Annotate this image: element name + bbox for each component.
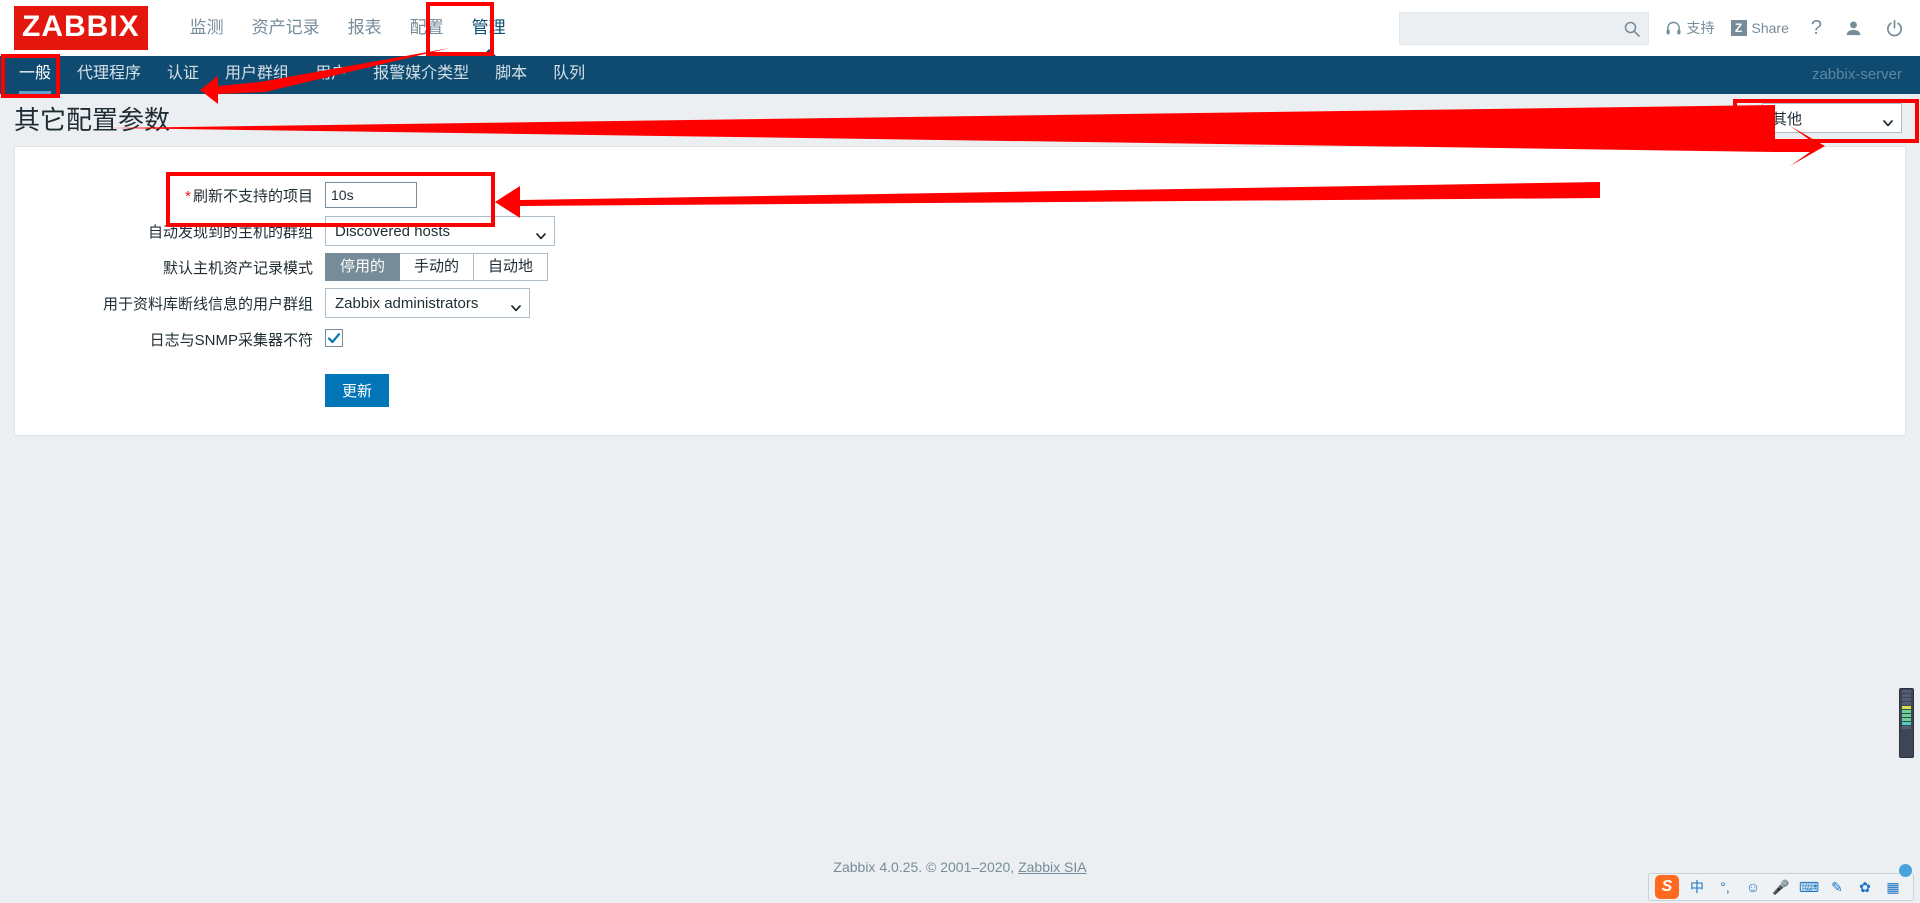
- support-label: 支持: [1686, 20, 1715, 36]
- header-right-tools: 支持 Z Share ?: [1398, 0, 1912, 56]
- section-select[interactable]: 其他: [1762, 103, 1902, 133]
- user-profile-icon[interactable]: [1844, 19, 1863, 38]
- ime-toolbox-icon[interactable]: ▦: [1882, 876, 1904, 898]
- db-down-usergroup-value: Zabbix administrators: [335, 294, 479, 312]
- share-link[interactable]: Z Share: [1730, 20, 1789, 36]
- ime-language-icon[interactable]: 中: [1686, 876, 1708, 898]
- search-icon[interactable]: [1623, 20, 1641, 38]
- chevron-down-icon: [511, 299, 521, 312]
- db-down-usergroup-select[interactable]: Zabbix administrators: [325, 288, 530, 318]
- zabbix-share-icon: Z: [1730, 20, 1747, 36]
- inventory-mode-option-manual[interactable]: 手动的: [400, 253, 475, 281]
- sub-nav-item-media-types[interactable]: 报警媒介类型: [360, 56, 482, 94]
- zabbix-logo[interactable]: ZABBIX: [14, 6, 148, 50]
- ime-keyboard-icon[interactable]: ⌨: [1798, 876, 1820, 898]
- chevron-down-icon: [1883, 114, 1893, 127]
- ime-skin-icon[interactable]: ✿: [1854, 876, 1876, 898]
- form-row-submit: 更新: [15, 357, 555, 409]
- form-row-log-snmp-mismatch: 日志与SNMP采集器不符: [15, 321, 555, 357]
- sub-nav-item-authentication[interactable]: 认证: [154, 56, 212, 94]
- sub-nav-item-user-groups[interactable]: 用户群组: [212, 56, 302, 94]
- main-nav-item-configuration[interactable]: 配置: [396, 0, 458, 56]
- ime-toolbar[interactable]: S 中 °, ☺ 🎤 ⌨ ✎ ✿ ▦: [1648, 873, 1914, 901]
- page-header: 其它配置参数 其他: [0, 94, 1920, 144]
- zabbix-sia-link[interactable]: Zabbix SIA: [1018, 859, 1086, 875]
- form-row-refresh-unsupported: * 刷新不支持的项目: [15, 177, 555, 213]
- other-configuration-form-card: *刷新不支持的项目 自动发现到的主机的群组 Discovered hosts: [14, 146, 1906, 436]
- form-row-inventory-mode: 默认主机资产记录模式 停用的 手动的 自动地: [15, 249, 555, 285]
- refresh-unsupported-input[interactable]: [325, 182, 417, 208]
- check-icon: [327, 332, 341, 343]
- desktop-indicator-dot: [1899, 864, 1912, 877]
- log-snmp-mismatch-label: 日志与SNMP采集器不符: [149, 331, 313, 349]
- section-select-value: 其他: [1772, 110, 1803, 128]
- log-snmp-mismatch-checkbox[interactable]: [325, 328, 343, 347]
- main-nav-item-monitoring[interactable]: 监测: [176, 0, 238, 56]
- system-meter-widget: [1899, 688, 1914, 758]
- discovered-group-value: Discovered hosts: [335, 222, 451, 240]
- refresh-unsupported-label: * 刷新不支持的项目: [15, 177, 325, 213]
- required-asterisk: *: [185, 187, 191, 205]
- search-input[interactable]: [1399, 13, 1615, 43]
- sub-nav-item-general[interactable]: 一般: [6, 56, 64, 94]
- discovered-group-label: 自动发现到的主机的群组: [147, 223, 313, 241]
- inventory-mode-label: 默认主机资产记录模式: [162, 259, 313, 277]
- inventory-mode-radioset: 停用的 手动的 自动地: [325, 253, 549, 281]
- sub-nav-item-queue[interactable]: 队列: [540, 56, 598, 94]
- help-icon[interactable]: ?: [1811, 17, 1822, 40]
- page-title: 其它配置参数: [14, 105, 171, 135]
- sub-nav-item-proxies[interactable]: 代理程序: [64, 56, 154, 94]
- inventory-mode-option-disabled[interactable]: 停用的: [325, 253, 401, 281]
- zabbix-screen: ZABBIX 监测 资产记录 报表 配置 管理 支持 Z Share ? 一般 …: [0, 0, 1920, 903]
- other-configuration-form: *刷新不支持的项目 自动发现到的主机的群组 Discovered hosts: [15, 177, 555, 409]
- update-button[interactable]: 更新: [325, 373, 390, 407]
- form-row-db-down-usergroup: 用于资料库断线信息的用户群组 Zabbix administrators: [15, 285, 555, 321]
- top-header: ZABBIX 监测 资产记录 报表 配置 管理 支持 Z Share ?: [0, 0, 1920, 56]
- main-nav-item-reports[interactable]: 报表: [334, 0, 396, 56]
- form-row-discovered-group: 自动发现到的主机的群组 Discovered hosts: [15, 213, 555, 249]
- ime-punctuation-icon[interactable]: °,: [1714, 876, 1736, 898]
- ime-handwriting-icon[interactable]: ✎: [1826, 876, 1848, 898]
- refresh-unsupported-label-text: 刷新不支持的项目: [192, 187, 313, 205]
- sogou-logo-icon[interactable]: S: [1655, 875, 1679, 899]
- chevron-down-icon: [536, 227, 546, 240]
- sub-nav-item-scripts[interactable]: 脚本: [482, 56, 540, 94]
- main-nav: 监测 资产记录 报表 配置 管理: [176, 0, 520, 56]
- main-nav-item-inventory[interactable]: 资产记录: [238, 0, 334, 56]
- section-select-wrap: 其他: [1762, 103, 1902, 133]
- server-name-label: zabbix-server: [1811, 66, 1902, 83]
- sub-nav-item-users[interactable]: 用户: [302, 56, 360, 94]
- inventory-mode-option-automatic[interactable]: 自动地: [474, 253, 549, 281]
- db-down-usergroup-label: 用于资料库断线信息的用户群组: [102, 295, 313, 313]
- headset-icon: [1665, 20, 1682, 37]
- logout-icon[interactable]: [1885, 19, 1904, 38]
- global-search[interactable]: [1398, 11, 1649, 45]
- footer: Zabbix 4.0.25. © 2001–2020, Zabbix SIA: [0, 859, 1920, 875]
- sub-nav: 一般 代理程序 认证 用户群组 用户 报警媒介类型 脚本 队列 zabbix-s…: [0, 56, 1920, 94]
- ime-voice-icon[interactable]: 🎤: [1770, 876, 1792, 898]
- discovered-group-select[interactable]: Discovered hosts: [325, 216, 555, 246]
- share-label: Share: [1751, 20, 1789, 36]
- ime-emoji-icon[interactable]: ☺: [1742, 876, 1764, 898]
- support-link[interactable]: 支持: [1665, 18, 1715, 38]
- footer-copyright: Zabbix 4.0.25. © 2001–2020,: [833, 859, 1019, 875]
- main-nav-item-administration[interactable]: 管理: [458, 0, 520, 56]
